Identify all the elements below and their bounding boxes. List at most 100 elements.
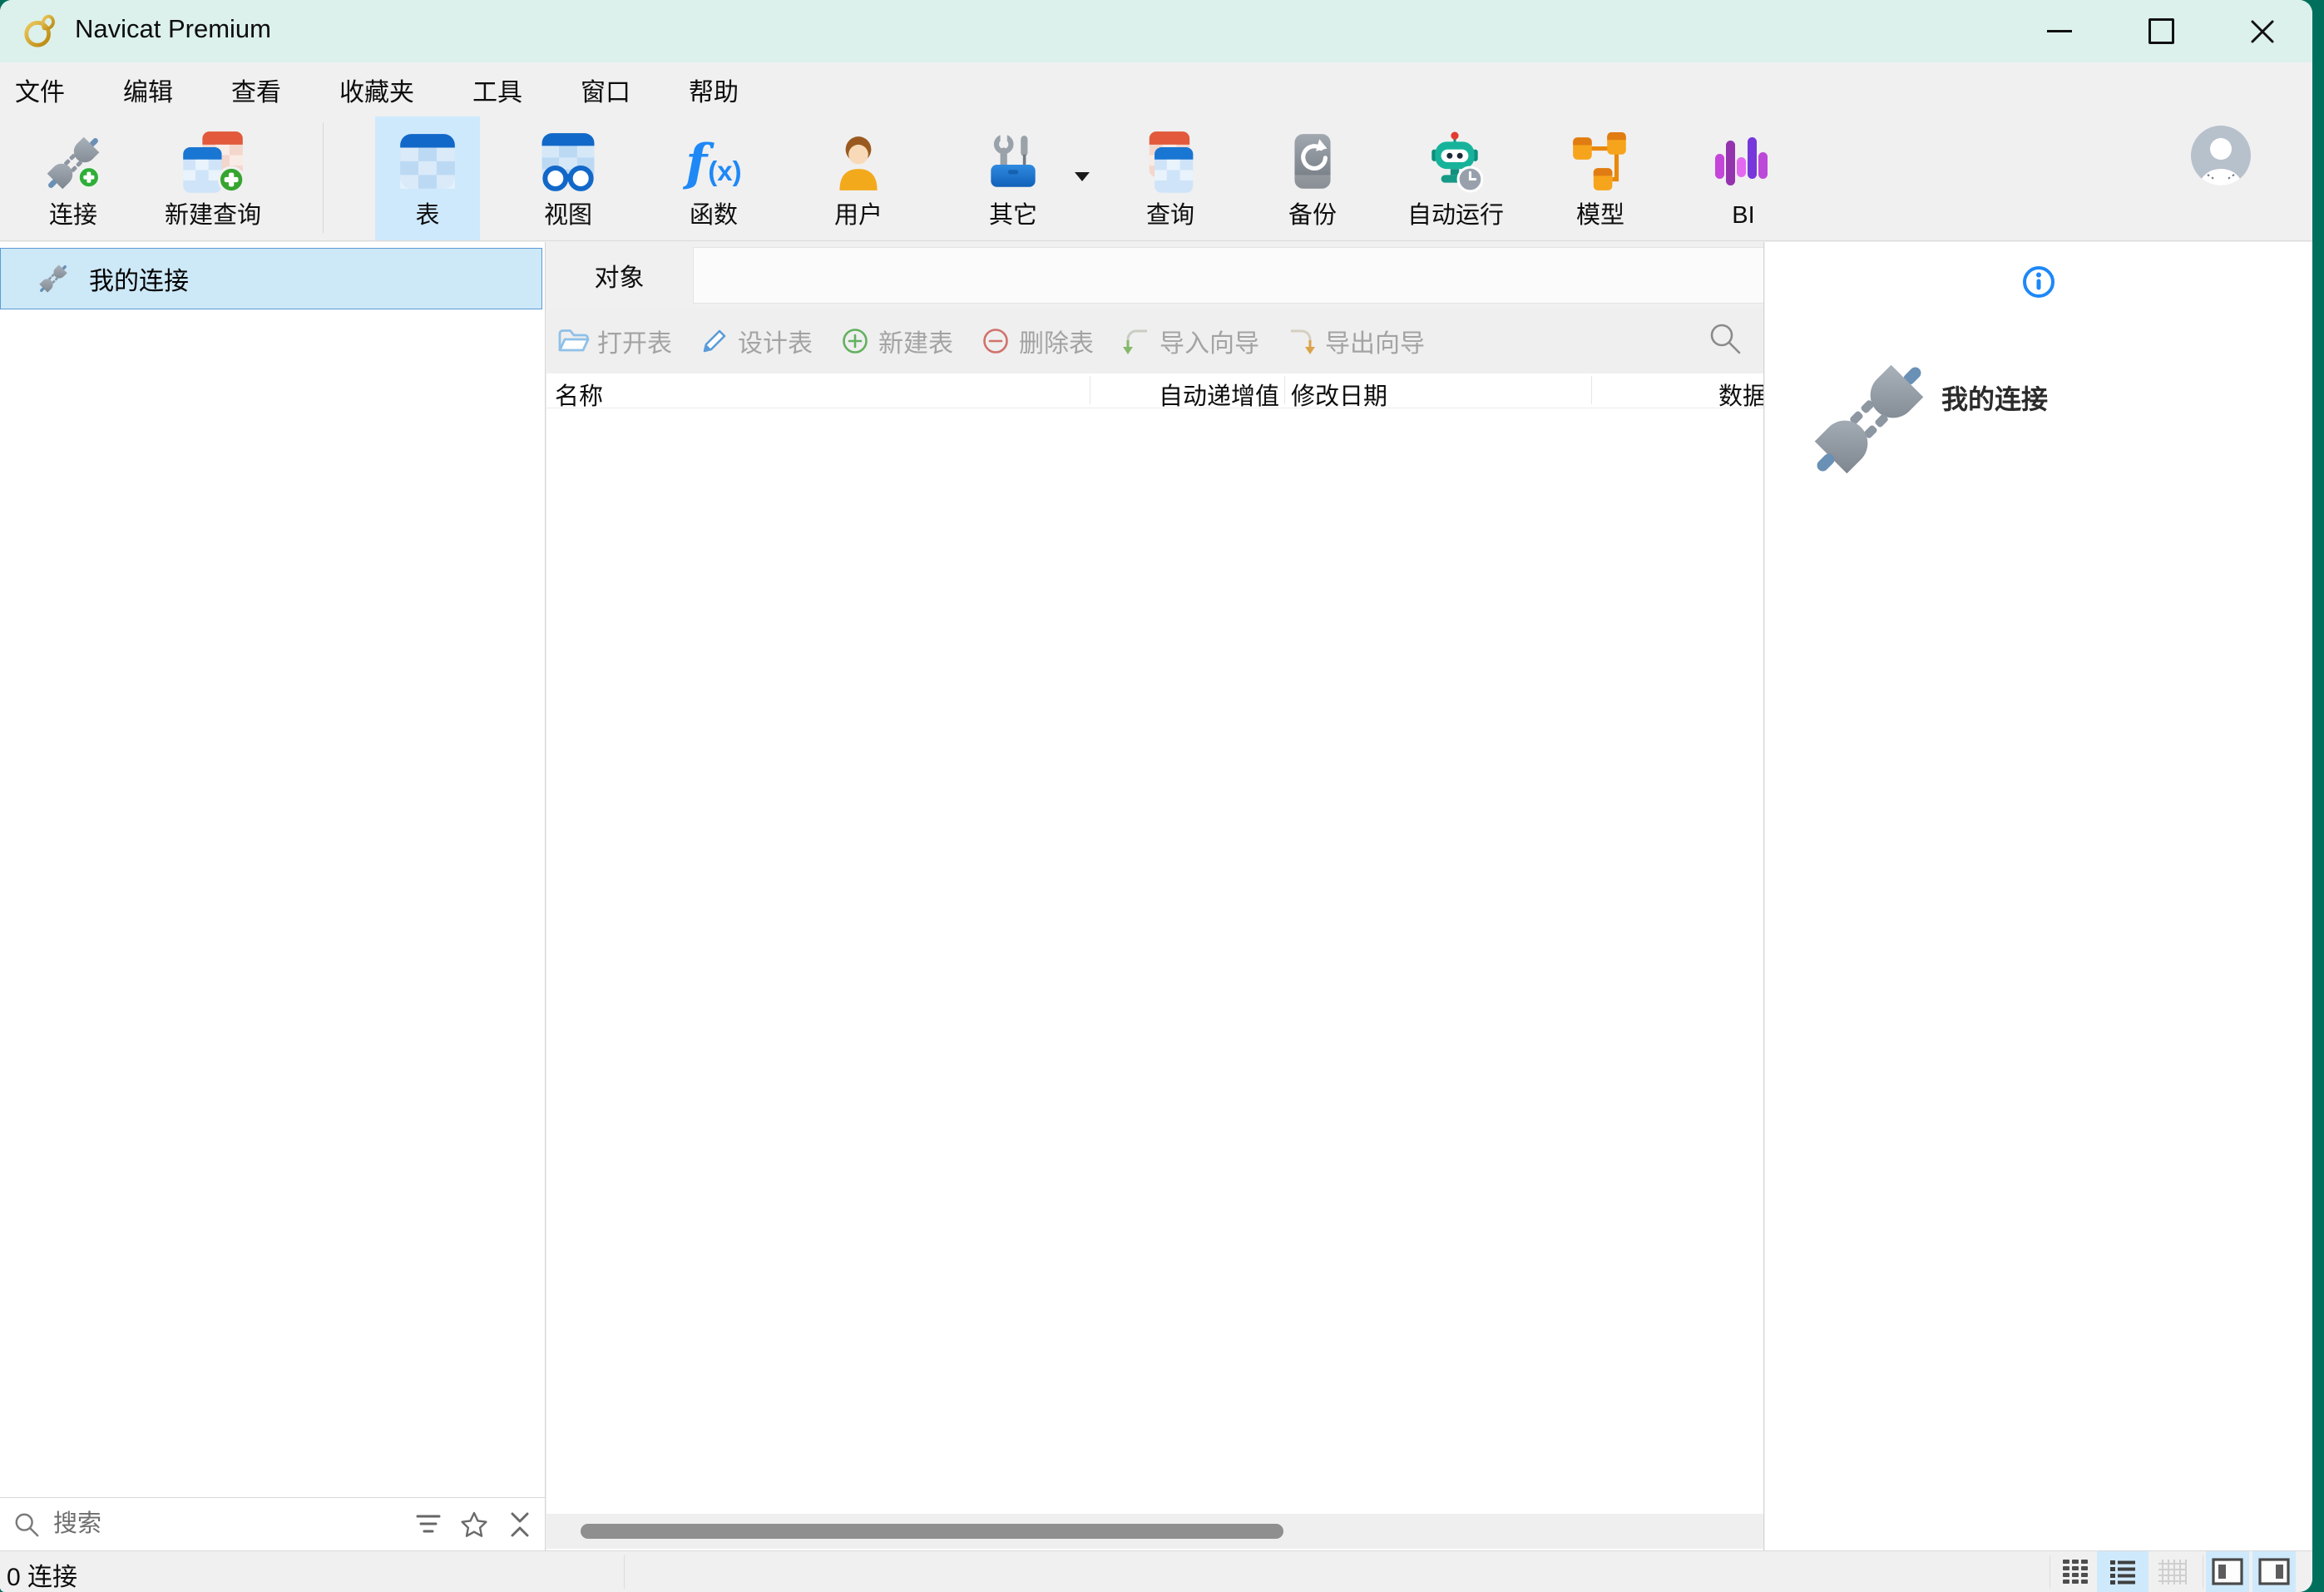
column-header-data[interactable]: 数据	[1718, 377, 1763, 408]
toolbar-user-label: 用户	[834, 198, 883, 233]
maximize-button[interactable]	[2124, 0, 2198, 62]
toolbar-automation-label: 自动运行	[1407, 198, 1504, 233]
new-table-button[interactable]: 新建表	[839, 323, 953, 359]
toolbar-new-query-label: 新建查询	[165, 198, 261, 233]
toolbar-query-label: 查询	[1146, 198, 1194, 233]
sidebar-search-input[interactable]	[52, 1510, 397, 1539]
detail-grid-view-button[interactable]	[2151, 1551, 2194, 1592]
menu-edit[interactable]: 编辑	[123, 72, 173, 108]
menu-tools[interactable]: 工具	[472, 72, 522, 108]
toolbar-others-button[interactable]: 其它	[961, 116, 1066, 240]
menu-help[interactable]: 帮助	[689, 72, 739, 108]
sidebar-search-bar	[0, 1497, 545, 1550]
toolbar-user-button[interactable]: 用户	[806, 116, 911, 240]
toggle-left-panel-button[interactable]	[2206, 1551, 2249, 1592]
design-table-icon	[699, 325, 730, 357]
filter-icon[interactable]	[415, 1513, 442, 1536]
toolbar-others-label: 其它	[989, 198, 1037, 233]
toolbar-bi-label: BI	[1732, 198, 1754, 233]
toolbar-view-button[interactable]: 视图	[516, 116, 621, 240]
grid-view-icon	[2061, 1559, 2089, 1585]
new-table-icon	[839, 325, 871, 357]
tab-strip: 对象	[546, 242, 1763, 309]
menu-window[interactable]: 窗口	[581, 72, 630, 108]
delete-table-icon	[980, 325, 1011, 357]
status-bar: 0 连接	[0, 1550, 2312, 1592]
others-icon	[981, 128, 1046, 198]
tab-strip-empty-area	[693, 247, 1763, 304]
column-separator[interactable]	[1284, 376, 1285, 404]
table-icon	[395, 128, 460, 198]
toolbar-model-button[interactable]: 模型	[1548, 116, 1653, 240]
column-header-auto-increment[interactable]: 自动递增值	[1090, 377, 1279, 408]
app-title: Navicat Premium	[75, 14, 271, 44]
toolbar-backup-label: 备份	[1288, 198, 1337, 233]
open-table-button[interactable]: 打开表	[556, 323, 672, 359]
horizontal-scrollbar-thumb[interactable]	[581, 1524, 1283, 1539]
new-query-icon	[180, 128, 246, 198]
panel-right-icon	[2258, 1558, 2290, 1585]
toolbar-connection-button[interactable]: 连接	[20, 116, 126, 240]
toolbar-connection-label: 连接	[49, 198, 97, 233]
object-search-icon[interactable]	[1708, 321, 1743, 356]
design-table-button[interactable]: 设计表	[699, 323, 813, 359]
details-panel: 我的连接	[1765, 242, 2312, 1550]
collapse-all-icon[interactable]	[507, 1511, 533, 1538]
column-header-modified-date[interactable]: 修改日期	[1291, 377, 1387, 408]
menu-favorites[interactable]: 收藏夹	[339, 72, 414, 108]
toolbar-new-query-button[interactable]: 新建查询	[131, 116, 294, 240]
details-connection-name: 我的连接	[1941, 378, 2048, 417]
minimize-button[interactable]	[2023, 0, 2096, 62]
table-header-row: 名称 自动递增值 修改日期 数据	[546, 373, 1763, 408]
column-separator[interactable]	[1591, 376, 1592, 404]
toolbar-function-label: 函数	[690, 198, 738, 233]
toolbar-separator	[323, 123, 324, 233]
toolbar-automation-button[interactable]: 自动运行	[1386, 116, 1525, 240]
statusbar-divider	[624, 1555, 625, 1589]
toolbar-table-button[interactable]: 表	[375, 116, 480, 240]
close-button[interactable]	[2226, 0, 2299, 62]
favorites-star-icon[interactable]	[460, 1511, 488, 1538]
export-wizard-button[interactable]: 导出向导	[1286, 323, 1425, 359]
function-icon: f(x)	[685, 128, 741, 198]
import-wizard-button[interactable]: 导入向导	[1120, 323, 1259, 359]
toolbar-query-button[interactable]: 查询	[1118, 116, 1223, 240]
sidebar-item-my-connection[interactable]: 我的连接	[0, 248, 542, 309]
export-wizard-icon	[1286, 325, 1318, 357]
title-bar: Navicat Premium	[0, 0, 2312, 62]
desktop-background: Navicat Premium 文件 编辑 查看 收藏夹 工具 窗口 帮助	[0, 0, 2324, 1592]
toolbar-backup-button[interactable]: 备份	[1260, 116, 1365, 240]
column-header-name[interactable]: 名称	[555, 377, 603, 408]
sidebar-item-label: 我的连接	[89, 260, 189, 297]
tab-objects[interactable]: 对象	[546, 242, 692, 309]
view-icon	[536, 128, 600, 198]
panel-left-icon	[2212, 1558, 2243, 1585]
object-toolbar: 打开表 设计表 新建表	[546, 309, 1763, 373]
navicat-logo-icon	[22, 11, 60, 51]
minimize-icon	[2047, 30, 2072, 32]
maximize-icon	[2148, 18, 2174, 44]
horizontal-scrollbar[interactable]	[546, 1514, 1763, 1549]
others-dropdown-icon[interactable]	[1075, 172, 1090, 181]
toolbar-bi-button[interactable]: BI	[1691, 116, 1796, 240]
info-icon[interactable]	[2020, 264, 2057, 300]
import-wizard-icon	[1120, 325, 1152, 357]
grid-view-button[interactable]	[2055, 1551, 2096, 1592]
toolbar-function-button[interactable]: f(x) 函数	[661, 116, 766, 240]
objects-panel: 对象 打开表	[546, 242, 1764, 1550]
detail-grid-view-icon	[2158, 1560, 2187, 1585]
workspace: 我的连接	[0, 242, 2312, 1550]
open-table-icon	[556, 325, 590, 357]
delete-table-button[interactable]: 删除表	[980, 323, 1094, 359]
menu-view[interactable]: 查看	[231, 72, 281, 108]
list-view-button[interactable]	[2097, 1551, 2148, 1592]
toggle-right-panel-button[interactable]	[2252, 1551, 2296, 1592]
connection-icon	[39, 128, 107, 198]
automation-icon	[1423, 128, 1488, 198]
app-window: Navicat Premium 文件 编辑 查看 收藏夹 工具 窗口 帮助	[0, 0, 2312, 1592]
query-icon	[1137, 128, 1204, 198]
user-avatar[interactable]	[2191, 126, 2251, 185]
menu-file[interactable]: 文件	[15, 72, 65, 108]
menu-bar: 文件 编辑 查看 收藏夹 工具 窗口 帮助	[0, 62, 2312, 116]
list-view-icon	[2109, 1560, 2137, 1585]
